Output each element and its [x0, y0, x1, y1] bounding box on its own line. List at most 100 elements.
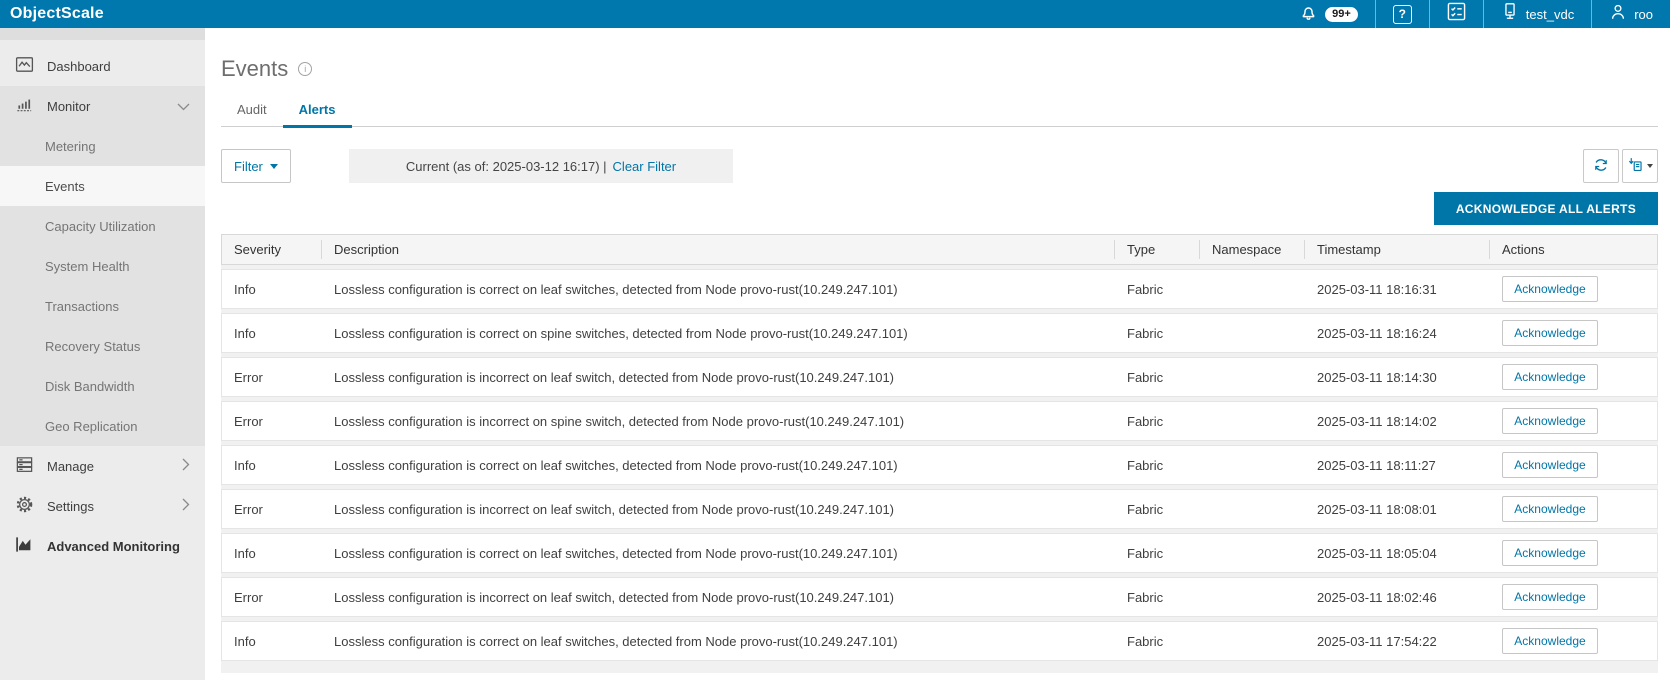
help-button[interactable]: ? [1376, 0, 1429, 28]
sidebar: Dashboard Monitor Metering Events Capaci… [0, 28, 205, 680]
sidebar-item-settings[interactable]: Settings [0, 486, 205, 526]
table-row: Info Lossless configuration is correct o… [221, 621, 1658, 661]
sidebar-item-label: Settings [47, 498, 94, 514]
cell-timestamp: 2025-03-11 18:11:27 [1317, 457, 1436, 473]
tab-alerts[interactable]: Alerts [282, 102, 352, 128]
table-row: Error Lossless configuration is incorrec… [221, 489, 1658, 529]
cell-description: Lossless configuration is incorrect on l… [334, 589, 895, 605]
acknowledge-button[interactable]: Acknowledge [1502, 452, 1598, 478]
acknowledge-button[interactable]: Acknowledge [1502, 320, 1598, 346]
user-menu[interactable]: roo [1592, 0, 1670, 28]
sidebar-item-manage[interactable]: Manage [0, 446, 205, 486]
clear-filter-link[interactable]: Clear Filter [613, 159, 677, 174]
sidebar-item-events[interactable]: Events [0, 166, 205, 206]
sidebar-item-label: Geo Replication [45, 418, 138, 434]
tab-audit[interactable]: Audit [221, 102, 283, 126]
cell-severity: Info [234, 457, 256, 473]
sidebar-item-label: Manage [47, 458, 94, 474]
dashboard-icon [15, 55, 34, 77]
cell-timestamp: 2025-03-11 18:16:24 [1317, 325, 1437, 341]
cell-timestamp: 2025-03-11 18:14:30 [1317, 369, 1437, 385]
sidebar-item-label: Disk Bandwidth [45, 378, 135, 394]
cell-description: Lossless configuration is incorrect on l… [334, 501, 895, 517]
cell-type: Fabric [1127, 413, 1164, 429]
sidebar-item-dashboard[interactable]: Dashboard [0, 46, 205, 86]
sidebar-scroll-thumb[interactable] [0, 28, 205, 40]
cell-severity: Info [234, 281, 256, 297]
table-row: Info Lossless configuration is correct o… [221, 533, 1658, 573]
filter-caret-icon [269, 163, 278, 169]
acknowledge-all-alerts-button[interactable]: ACKNOWLEDGE ALL ALERTS [1433, 192, 1658, 225]
refresh-icon [1592, 156, 1610, 177]
task-list-button[interactable] [1430, 0, 1483, 28]
table-row: Error Lossless configuration is incorrec… [221, 401, 1658, 441]
sidebar-item-transactions[interactable]: Transactions [0, 286, 205, 326]
cell-timestamp: 2025-03-11 18:16:31 [1317, 281, 1437, 297]
app-title: ObjectScale [10, 5, 104, 22]
cell-description: Lossless configuration is correct on lea… [334, 545, 898, 561]
main-panel: Events i Audit Alerts Filter Current (as… [205, 28, 1670, 680]
task-list-icon [1447, 2, 1466, 26]
export-button[interactable] [1622, 149, 1658, 183]
page-title: Events [221, 56, 289, 81]
sidebar-item-label: Events [45, 178, 85, 194]
cell-type: Fabric [1127, 545, 1164, 561]
sidebar-item-label: System Health [45, 258, 130, 274]
filter-button[interactable]: Filter [221, 149, 291, 183]
sidebar-item-label: Advanced Monitoring [47, 538, 180, 554]
notification-count-badge: 99+ [1325, 6, 1358, 22]
settings-gear-icon [15, 495, 34, 517]
acknowledge-button[interactable]: Acknowledge [1502, 628, 1598, 654]
sidebar-item-capacity-utilization[interactable]: Capacity Utilization [0, 206, 205, 246]
cell-description: Lossless configuration is correct on lea… [334, 281, 898, 297]
cell-type: Fabric [1127, 457, 1164, 473]
cell-timestamp: 2025-03-11 18:05:04 [1317, 545, 1437, 561]
cell-timestamp: 2025-03-11 18:08:01 [1317, 501, 1437, 517]
acknowledge-button[interactable]: Acknowledge [1502, 408, 1598, 434]
cell-severity: Error [234, 369, 263, 385]
acknowledge-button[interactable]: Acknowledge [1502, 276, 1598, 302]
filter-status-text: Current (as of: 2025-03-12 16:17) | [405, 158, 607, 174]
column-header-actions: Actions [1502, 242, 1545, 257]
sidebar-item-system-health[interactable]: System Health [0, 246, 205, 286]
table-header: Severity Description Type Namespace Time… [221, 234, 1658, 265]
sidebar-item-metering[interactable]: Metering [0, 126, 205, 166]
advanced-monitoring-icon [15, 535, 34, 557]
acknowledge-button[interactable]: Acknowledge [1502, 496, 1598, 522]
table-row: Error Lossless configuration is incorrec… [221, 357, 1658, 397]
filter-button-label: Filter [234, 158, 263, 174]
cell-timestamp: 2025-03-11 17:54:22 [1317, 633, 1437, 649]
cell-type: Fabric [1127, 589, 1164, 605]
cell-type: Fabric [1127, 369, 1164, 385]
monitor-icon [15, 95, 34, 117]
refresh-button[interactable] [1583, 149, 1619, 183]
cell-type: Fabric [1127, 633, 1164, 649]
acknowledge-button[interactable]: Acknowledge [1502, 584, 1598, 610]
column-header-timestamp: Timestamp [1305, 240, 1490, 259]
table-row: Info Lossless configuration is correct o… [221, 445, 1658, 485]
sidebar-item-label: Metering [45, 138, 96, 154]
sidebar-item-advanced-monitoring[interactable]: Advanced Monitoring [0, 526, 205, 566]
vdc-selector[interactable]: test_vdc [1484, 0, 1591, 28]
cell-description: Lossless configuration is correct on lea… [334, 457, 898, 473]
sidebar-item-label: Recovery Status [45, 338, 141, 354]
acknowledge-button[interactable]: Acknowledge [1502, 540, 1598, 566]
sidebar-item-disk-bandwidth[interactable]: Disk Bandwidth [0, 366, 205, 406]
sidebar-item-recovery-status[interactable]: Recovery Status [0, 326, 205, 366]
cell-description: Lossless configuration is incorrect on l… [334, 369, 895, 385]
username-label: roo [1634, 6, 1653, 22]
sidebar-item-label: Monitor [47, 98, 91, 114]
cell-severity: Info [234, 633, 256, 649]
acknowledge-button[interactable]: Acknowledge [1502, 364, 1598, 390]
notifications-button[interactable]: 99+ [1282, 0, 1375, 28]
sidebar-item-monitor[interactable]: Monitor [0, 86, 205, 126]
chevron-right-icon [182, 498, 190, 514]
help-icon: ? [1392, 4, 1412, 24]
cell-severity: Error [234, 589, 263, 605]
sidebar-item-label: Capacity Utilization [45, 218, 156, 234]
alerts-table: Severity Description Type Namespace Time… [221, 234, 1658, 673]
sidebar-item-label: Transactions [45, 298, 119, 314]
info-icon[interactable]: i [298, 62, 313, 76]
table-row: Error Lossless configuration is incorrec… [221, 577, 1658, 617]
sidebar-item-geo-replication[interactable]: Geo Replication [0, 406, 205, 446]
